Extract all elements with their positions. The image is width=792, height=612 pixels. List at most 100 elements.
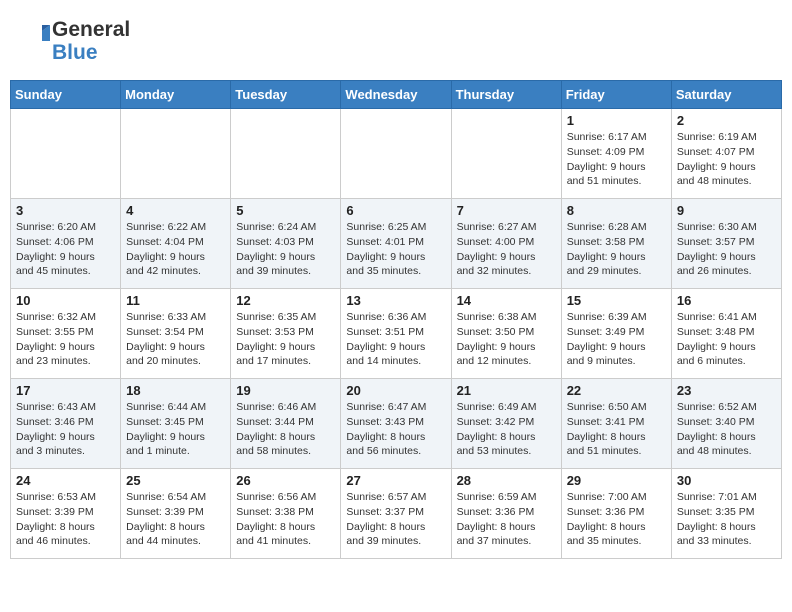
day-cell-17: 17 Sunrise: 6:43 AM Sunset: 3:46 PM Dayli… <box>11 379 121 469</box>
day-info: Sunrise: 6:41 AM Sunset: 3:48 PM Dayligh… <box>677 310 776 369</box>
empty-cell <box>451 109 561 199</box>
weekday-header-tuesday: Tuesday <box>231 81 341 109</box>
day-cell-21: 21 Sunrise: 6:49 AM Sunset: 3:42 PM Dayli… <box>451 379 561 469</box>
day-info: Sunrise: 6:24 AM Sunset: 4:03 PM Dayligh… <box>236 220 335 279</box>
day-info: Sunrise: 6:59 AM Sunset: 3:36 PM Dayligh… <box>457 490 556 549</box>
empty-cell <box>121 109 231 199</box>
day-info: Sunrise: 6:46 AM Sunset: 3:44 PM Dayligh… <box>236 400 335 459</box>
weekday-header-saturday: Saturday <box>671 81 781 109</box>
day-info: Sunrise: 6:28 AM Sunset: 3:58 PM Dayligh… <box>567 220 666 279</box>
day-number: 3 <box>16 203 115 218</box>
day-number: 9 <box>677 203 776 218</box>
weekday-header-friday: Friday <box>561 81 671 109</box>
day-cell-22: 22Sunrise: 6:50 AM Sunset: 3:41 PM Dayli… <box>561 379 671 469</box>
day-info: Sunrise: 7:00 AM Sunset: 3:36 PM Dayligh… <box>567 490 666 549</box>
day-info: Sunrise: 6:47 AM Sunset: 3:43 PM Dayligh… <box>346 400 445 459</box>
day-info: Sunrise: 6:22 AM Sunset: 4:04 PM Dayligh… <box>126 220 225 279</box>
day-number: 5 <box>236 203 335 218</box>
day-cell-24: 24 Sunrise: 6:53 AM Sunset: 3:39 PM Dayli… <box>11 469 121 559</box>
day-number: 12 <box>236 293 335 308</box>
day-info: Sunrise: 6:38 AM Sunset: 3:50 PM Dayligh… <box>457 310 556 369</box>
logo: General Blue <box>14 18 130 64</box>
empty-cell <box>341 109 451 199</box>
day-info: Sunrise: 6:54 AM Sunset: 3:39 PM Dayligh… <box>126 490 225 549</box>
day-info: Sunrise: 6:53 AM Sunset: 3:39 PM Dayligh… <box>16 490 115 549</box>
day-number: 13 <box>346 293 445 308</box>
day-number: 18 <box>126 383 225 398</box>
day-cell-25: 25 Sunrise: 6:54 AM Sunset: 3:39 PM Dayli… <box>121 469 231 559</box>
day-number: 27 <box>346 473 445 488</box>
day-number: 19 <box>236 383 335 398</box>
day-cell-12: 12 Sunrise: 6:35 AM Sunset: 3:53 PM Dayli… <box>231 289 341 379</box>
week-row-2: 3 Sunrise: 6:20 AM Sunset: 4:06 PM Daylig… <box>11 199 782 289</box>
day-number: 21 <box>457 383 556 398</box>
day-number: 4 <box>126 203 225 218</box>
day-info: Sunrise: 6:50 AM Sunset: 3:41 PM Dayligh… <box>567 400 666 459</box>
weekday-header-thursday: Thursday <box>451 81 561 109</box>
logo-blue-text: Blue <box>52 41 98 64</box>
day-number: 11 <box>126 293 225 308</box>
day-info: Sunrise: 6:52 AM Sunset: 3:40 PM Dayligh… <box>677 400 776 459</box>
day-cell-4: 4 Sunrise: 6:22 AM Sunset: 4:04 PM Daylig… <box>121 199 231 289</box>
day-number: 7 <box>457 203 556 218</box>
day-number: 24 <box>16 473 115 488</box>
weekday-header-sunday: Sunday <box>11 81 121 109</box>
day-cell-15: 15 Sunrise: 6:39 AM Sunset: 3:49 PM Dayli… <box>561 289 671 379</box>
week-row-5: 24 Sunrise: 6:53 AM Sunset: 3:39 PM Dayli… <box>11 469 782 559</box>
day-cell-8: 8 Sunrise: 6:28 AM Sunset: 3:58 PM Daylig… <box>561 199 671 289</box>
weekday-header-row: SundayMondayTuesdayWednesdayThursdayFrid… <box>11 81 782 109</box>
day-cell-6: 6 Sunrise: 6:25 AM Sunset: 4:01 PM Daylig… <box>341 199 451 289</box>
day-cell-1: 1Sunrise: 6:17 AM Sunset: 4:09 PM Daylig… <box>561 109 671 199</box>
week-row-4: 17 Sunrise: 6:43 AM Sunset: 3:46 PM Dayli… <box>11 379 782 469</box>
day-info: Sunrise: 6:57 AM Sunset: 3:37 PM Dayligh… <box>346 490 445 549</box>
day-number: 26 <box>236 473 335 488</box>
day-number: 30 <box>677 473 776 488</box>
day-number: 6 <box>346 203 445 218</box>
day-number: 23 <box>677 383 776 398</box>
day-info: Sunrise: 6:43 AM Sunset: 3:46 PM Dayligh… <box>16 400 115 459</box>
day-info: Sunrise: 6:25 AM Sunset: 4:01 PM Dayligh… <box>346 220 445 279</box>
calendar-table: SundayMondayTuesdayWednesdayThursdayFrid… <box>10 80 782 559</box>
day-cell-19: 19 Sunrise: 6:46 AM Sunset: 3:44 PM Dayli… <box>231 379 341 469</box>
day-cell-30: 30 Sunrise: 7:01 AM Sunset: 3:35 PM Dayli… <box>671 469 781 559</box>
day-number: 8 <box>567 203 666 218</box>
day-cell-13: 13Sunrise: 6:36 AM Sunset: 3:51 PM Dayli… <box>341 289 451 379</box>
day-info: Sunrise: 6:44 AM Sunset: 3:45 PM Dayligh… <box>126 400 225 459</box>
day-info: Sunrise: 6:49 AM Sunset: 3:42 PM Dayligh… <box>457 400 556 459</box>
day-cell-28: 28 Sunrise: 6:59 AM Sunset: 3:36 PM Dayli… <box>451 469 561 559</box>
day-number: 29 <box>567 473 666 488</box>
day-cell-7: 7 Sunrise: 6:27 AM Sunset: 4:00 PM Daylig… <box>451 199 561 289</box>
day-cell-5: 5 Sunrise: 6:24 AM Sunset: 4:03 PM Daylig… <box>231 199 341 289</box>
week-row-1: 1Sunrise: 6:17 AM Sunset: 4:09 PM Daylig… <box>11 109 782 199</box>
day-info: Sunrise: 6:19 AM Sunset: 4:07 PM Dayligh… <box>677 130 776 189</box>
day-number: 10 <box>16 293 115 308</box>
day-number: 20 <box>346 383 445 398</box>
day-cell-20: 20 Sunrise: 6:47 AM Sunset: 3:43 PM Dayli… <box>341 379 451 469</box>
day-info: Sunrise: 6:30 AM Sunset: 3:57 PM Dayligh… <box>677 220 776 279</box>
day-info: Sunrise: 6:39 AM Sunset: 3:49 PM Dayligh… <box>567 310 666 369</box>
day-number: 15 <box>567 293 666 308</box>
day-number: 28 <box>457 473 556 488</box>
day-cell-14: 14 Sunrise: 6:38 AM Sunset: 3:50 PM Dayli… <box>451 289 561 379</box>
day-cell-29: 29 Sunrise: 7:00 AM Sunset: 3:36 PM Dayli… <box>561 469 671 559</box>
day-cell-10: 10Sunrise: 6:32 AM Sunset: 3:55 PM Dayli… <box>11 289 121 379</box>
day-number: 14 <box>457 293 556 308</box>
day-info: Sunrise: 6:33 AM Sunset: 3:54 PM Dayligh… <box>126 310 225 369</box>
day-number: 17 <box>16 383 115 398</box>
day-info: Sunrise: 6:35 AM Sunset: 3:53 PM Dayligh… <box>236 310 335 369</box>
day-cell-26: 26 Sunrise: 6:56 AM Sunset: 3:38 PM Dayli… <box>231 469 341 559</box>
day-number: 16 <box>677 293 776 308</box>
day-number: 2 <box>677 113 776 128</box>
day-number: 1 <box>567 113 666 128</box>
day-cell-18: 18 Sunrise: 6:44 AM Sunset: 3:45 PM Dayli… <box>121 379 231 469</box>
weekday-header-wednesday: Wednesday <box>341 81 451 109</box>
day-info: Sunrise: 6:20 AM Sunset: 4:06 PM Dayligh… <box>16 220 115 279</box>
day-cell-27: 27 Sunrise: 6:57 AM Sunset: 3:37 PM Dayli… <box>341 469 451 559</box>
day-info: Sunrise: 7:01 AM Sunset: 3:35 PM Dayligh… <box>677 490 776 549</box>
day-number: 25 <box>126 473 225 488</box>
day-info: Sunrise: 6:27 AM Sunset: 4:00 PM Dayligh… <box>457 220 556 279</box>
day-cell-11: 11 Sunrise: 6:33 AM Sunset: 3:54 PM Dayli… <box>121 289 231 379</box>
day-info: Sunrise: 6:56 AM Sunset: 3:38 PM Dayligh… <box>236 490 335 549</box>
empty-cell <box>11 109 121 199</box>
day-cell-9: 9 Sunrise: 6:30 AM Sunset: 3:57 PM Daylig… <box>671 199 781 289</box>
